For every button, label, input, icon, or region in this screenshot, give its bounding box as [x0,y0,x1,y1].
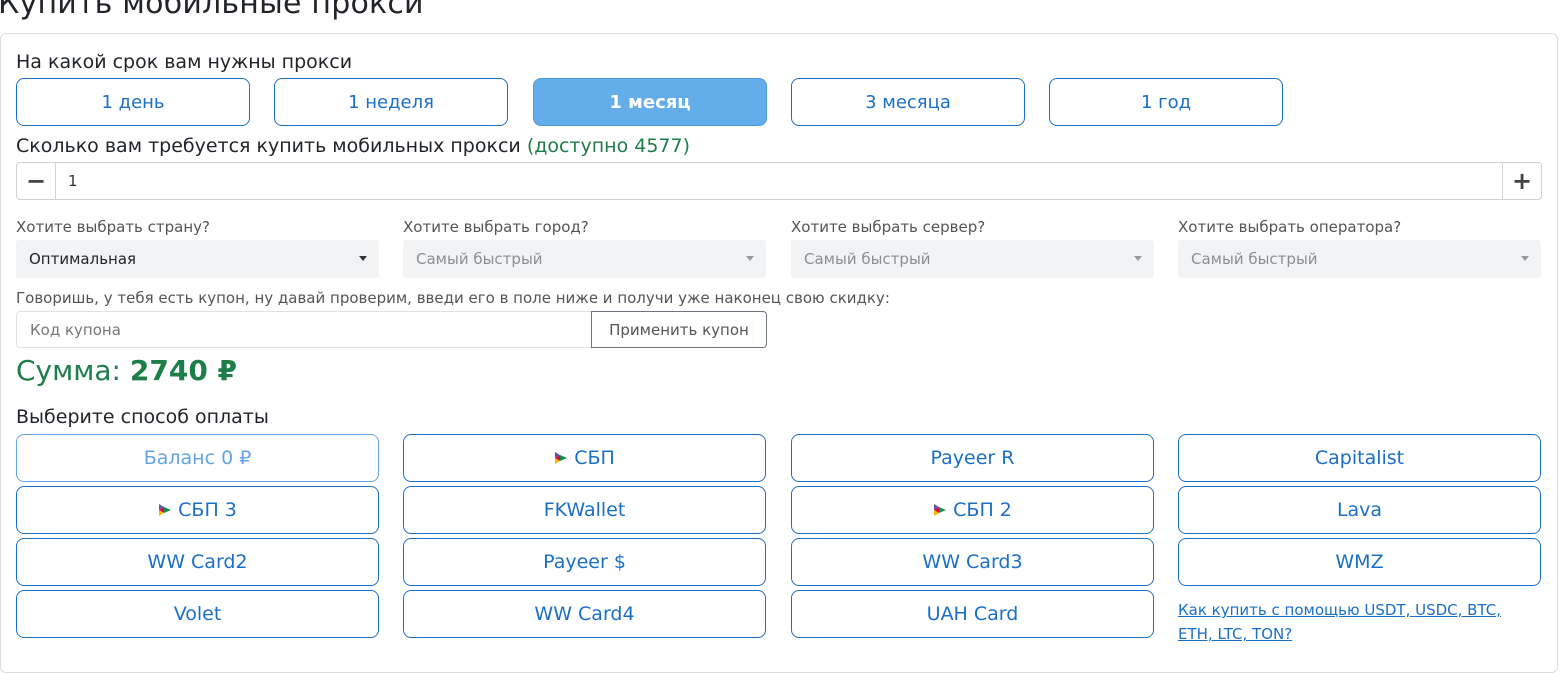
available-count: (доступно 4577) [526,135,691,157]
country-select-value: Оптимальная [29,250,137,268]
server-select-value: Самый быстрый [804,250,931,268]
pay-capitalist-label: Capitalist [1314,447,1405,469]
pay-payeer-r-label: Payeer R [930,447,1015,469]
term-option-1-week[interactable]: 1 неделя [274,78,508,126]
sbp-icon [934,504,947,516]
server-select[interactable]: Самый быстрый [791,240,1154,278]
pay-sbp-button[interactable]: СБП [403,434,766,482]
term-label: На какой срок вам нужны прокси [16,51,353,73]
pay-fkwallet-button[interactable]: FKWallet [403,486,766,534]
server-label: Хотите выбрать сервер? [791,218,986,236]
pay-payeer-usd-label: Payeer $ [543,551,626,573]
pay-ww-card4-button[interactable]: WW Card4 [403,590,766,638]
country-label: Хотите выбрать страну? [16,218,211,236]
city-select[interactable]: Самый быстрый [403,240,766,278]
caret-down-icon [1134,256,1142,261]
coupon-input[interactable]: Код купона [16,311,592,348]
pay-wmz-button[interactable]: WMZ [1178,538,1541,586]
pay-sbp2-label: СБП 2 [953,499,1012,521]
operator-select[interactable]: Самый быстрый [1178,240,1541,278]
crypto-help-link[interactable]: Как купить с помощью USDT, USDC, BTC, ET… [1178,598,1538,646]
pay-ww-card2-label: WW Card2 [147,551,248,573]
pay-fkwallet-label: FKWallet [543,499,626,521]
pay-wmz-label: WMZ [1335,551,1384,573]
apply-coupon-button[interactable]: Применить купон [591,311,767,348]
pay-balance-label: Баланс 0 ₽ [143,447,252,469]
caret-down-icon [359,256,367,261]
pay-sbp3-button[interactable]: СБП 3 [16,486,379,534]
pay-payeer-r-button[interactable]: Payeer R [791,434,1154,482]
country-select[interactable]: Оптимальная [16,240,379,278]
coupon-label: Говоришь, у тебя есть купон, ну давай пр… [16,289,890,307]
quantity-label-text: Сколько вам требуется купить мобильных п… [16,135,521,157]
pay-uah-card-label: UAH Card [926,603,1019,625]
payment-label: Выберите способ оплаты [16,406,269,428]
pay-lava-button[interactable]: Lava [1178,486,1541,534]
term-option-3-months[interactable]: 3 месяца [791,78,1025,126]
pay-capitalist-button[interactable]: Capitalist [1178,434,1541,482]
pay-sbp3-label: СБП 3 [178,499,237,521]
operator-select-value: Самый быстрый [1191,250,1318,268]
pay-ww-card4-label: WW Card4 [534,603,635,625]
sum-label: Сумма: [16,354,121,387]
sbp-icon [159,504,172,516]
quantity-plus-button[interactable]: + [1502,163,1541,199]
sum-value: 2740 ₽ [129,354,238,387]
pay-lava-label: Lava [1336,499,1383,521]
term-option-1-month[interactable]: 1 месяц [533,78,767,126]
caret-down-icon [746,256,754,261]
total-sum: Сумма: 2740 ₽ [16,354,237,387]
pay-uah-card-button[interactable]: UAH Card [791,590,1154,638]
pay-volet-label: Volet [173,603,222,625]
quantity-label: Сколько вам требуется купить мобильных п… [16,135,690,157]
caret-down-icon [1521,256,1529,261]
term-option-1-year[interactable]: 1 год [1049,78,1283,126]
pay-balance-button[interactable]: Баланс 0 ₽ [16,434,379,482]
pay-volet-button[interactable]: Volet [16,590,379,638]
pay-ww-card3-label: WW Card3 [922,551,1023,573]
pay-payeer-usd-button[interactable]: Payeer $ [403,538,766,586]
quantity-stepper: − 1 + [16,162,1542,200]
pay-ww-card2-button[interactable]: WW Card2 [16,538,379,586]
quantity-minus-button[interactable]: − [17,163,56,199]
pay-sbp2-button[interactable]: СБП 2 [791,486,1154,534]
city-select-value: Самый быстрый [416,250,543,268]
operator-label: Хотите выбрать оператора? [1178,218,1402,236]
pay-ww-card3-button[interactable]: WW Card3 [791,538,1154,586]
pay-sbp-label: СБП [574,447,615,469]
quantity-input[interactable]: 1 [56,172,1502,190]
city-label: Хотите выбрать город? [403,218,589,236]
sbp-icon [555,452,568,464]
term-option-1-day[interactable]: 1 день [16,78,250,126]
page-title: Купить мобильные прокси [0,0,424,21]
